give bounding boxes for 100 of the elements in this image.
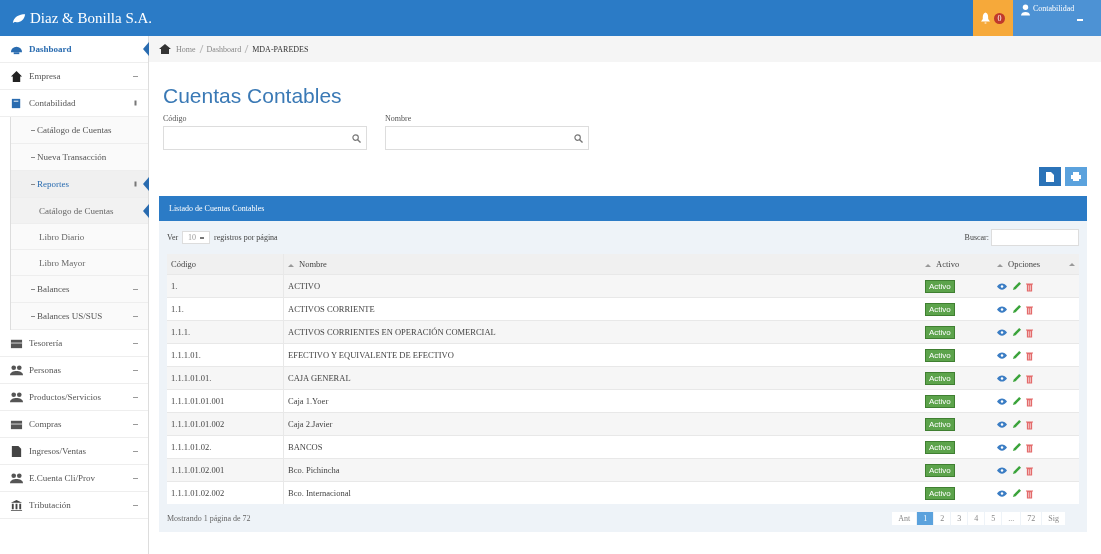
search-icon — [574, 133, 583, 143]
export-button[interactable] — [1039, 167, 1061, 186]
column-header[interactable]: Código — [167, 254, 284, 275]
table-cell: ACTIVO — [283, 274, 921, 298]
leaf-icon — [12, 12, 26, 24]
sidebar-item[interactable]: Ingresos/Ventas — [0, 438, 148, 465]
edit-button[interactable] — [1012, 374, 1021, 383]
page-length-select[interactable]: 10 — [182, 231, 211, 244]
sidebar-item[interactable]: Reportes — [11, 171, 148, 198]
status-badge: Activo — [925, 418, 955, 431]
view-button[interactable] — [997, 352, 1007, 359]
edit-button[interactable] — [1012, 443, 1021, 452]
sort-icon — [925, 263, 931, 267]
edit-button[interactable] — [1012, 282, 1021, 291]
delete-button[interactable] — [1026, 350, 1033, 361]
table-cell: 1.1.1.01.02.001 — [167, 458, 284, 482]
column-header[interactable]: Activo — [921, 254, 993, 275]
edit-button[interactable] — [1012, 466, 1021, 475]
edit-button[interactable] — [1012, 397, 1021, 406]
edit-button[interactable] — [1012, 489, 1021, 498]
table-cell: Caja 1.Yoer — [283, 389, 921, 413]
sidebar-item[interactable]: E.Cuenta Cli/Prov — [0, 465, 148, 492]
sort-icon — [288, 263, 294, 267]
delete-button[interactable] — [1026, 327, 1033, 338]
sidebar-item[interactable]: Libro Diario — [11, 224, 148, 250]
search-field[interactable] — [991, 229, 1079, 246]
bank-icon — [10, 498, 23, 512]
user-menu[interactable]: Contabilidad — [1013, 0, 1101, 36]
view-button[interactable] — [997, 444, 1007, 451]
filter-field[interactable] — [385, 126, 589, 150]
page-link[interactable]: 5 — [985, 511, 1002, 525]
document-icon — [10, 444, 23, 458]
table-cell: 1.1.1.01.01. — [167, 366, 284, 390]
length-label: Ver — [167, 233, 179, 242]
view-button[interactable] — [997, 329, 1007, 336]
column-header[interactable]: Opciones — [993, 254, 1079, 275]
view-button[interactable] — [997, 398, 1007, 405]
page-link[interactable]: 2 — [934, 511, 951, 525]
status-badge: Activo — [925, 349, 955, 362]
delete-button[interactable] — [1026, 465, 1033, 476]
table-cell: ACTIVOS CORRIENTES EN OPERACIÓN COMERCIAL — [283, 320, 921, 344]
sidebar-item[interactable]: Balances US/SUS — [11, 303, 148, 330]
delete-button[interactable] — [1026, 304, 1033, 315]
printer-icon — [1071, 172, 1081, 181]
print-button[interactable] — [1065, 167, 1087, 186]
column-header[interactable]: Nombre — [283, 254, 921, 275]
view-button[interactable] — [997, 283, 1007, 290]
view-button[interactable] — [997, 375, 1007, 382]
table-cell: 1.1.1.01. — [167, 343, 284, 367]
edit-button[interactable] — [1012, 420, 1021, 429]
sidebar-item[interactable]: Compras — [0, 411, 148, 438]
delete-button[interactable] — [1026, 281, 1033, 292]
table-cell: 1.1.1. — [167, 320, 284, 344]
sidebar-item[interactable]: Catálogo de Cuentas — [11, 198, 148, 224]
view-button[interactable] — [997, 467, 1007, 474]
page-link[interactable]: Sig — [1042, 511, 1065, 525]
delete-button[interactable] — [1026, 396, 1033, 407]
page-link[interactable]: 4 — [968, 511, 985, 525]
table-cell: Caja 2.Javier — [283, 412, 921, 436]
sidebar-item[interactable]: Catálogo de Cuentas — [11, 117, 148, 144]
house-icon — [10, 69, 23, 83]
brand-name: Diaz & Bonilla S.A. — [30, 9, 153, 27]
table-cell: EFECTIVO Y EQUIVALENTE DE EFECTIVO — [283, 343, 921, 367]
sidebar-item[interactable]: Personas — [0, 357, 148, 384]
page-link[interactable]: Ant — [892, 511, 917, 525]
people-icon — [10, 390, 23, 404]
sort-icon — [1069, 263, 1075, 266]
status-badge: Activo — [925, 303, 955, 316]
breadcrumb-link[interactable]: Home — [176, 44, 196, 54]
view-button[interactable] — [997, 490, 1007, 497]
sidebar-item[interactable]: Tesorería — [0, 330, 148, 357]
delete-button[interactable] — [1026, 419, 1033, 430]
sidebar-item[interactable]: Productos/Servicios — [0, 384, 148, 411]
page-title: Cuentas Contables — [163, 84, 343, 108]
panel-title: Listado de Cuentas Contables — [159, 196, 1087, 221]
table-cell: 1.1.1.01.02.002 — [167, 481, 284, 504]
edit-button[interactable] — [1012, 328, 1021, 337]
table-cell: Bco. Internacional — [283, 481, 921, 504]
notification-button[interactable]: 0 — [973, 0, 1013, 36]
delete-button[interactable] — [1026, 488, 1033, 499]
page-link[interactable]: 72 — [1021, 511, 1042, 525]
view-button[interactable] — [997, 421, 1007, 428]
filter-field[interactable] — [163, 126, 367, 150]
people-icon — [10, 363, 23, 377]
table-cell: 1.1.1.01.01.001 — [167, 389, 284, 413]
edit-button[interactable] — [1012, 305, 1021, 314]
status-badge: Activo — [925, 326, 955, 339]
caret-icon — [1077, 19, 1084, 21]
breadcrumb-link[interactable]: Dashboard — [206, 44, 242, 54]
delete-button[interactable] — [1026, 373, 1033, 384]
page-link[interactable]: ... — [1002, 511, 1021, 525]
sidebar-item[interactable]: Tributación — [0, 492, 148, 519]
status-badge: Activo — [925, 280, 955, 293]
sidebar-item[interactable]: Libro Mayor — [11, 250, 148, 276]
edit-button[interactable] — [1012, 351, 1021, 360]
view-button[interactable] — [997, 306, 1007, 313]
delete-button[interactable] — [1026, 442, 1033, 453]
sidebar-item[interactable]: Balances — [11, 276, 148, 303]
page-link[interactable]: 3 — [951, 511, 968, 525]
sidebar-item[interactable]: Empresa — [0, 63, 148, 90]
